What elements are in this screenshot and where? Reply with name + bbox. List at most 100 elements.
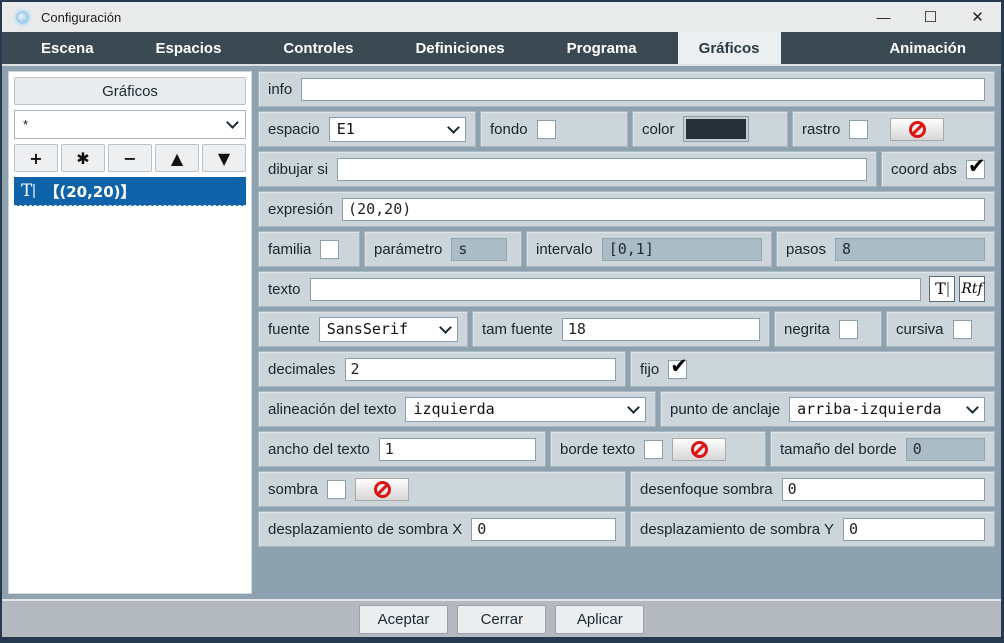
chevron-down-icon	[627, 400, 640, 414]
texto-label: texto	[268, 280, 301, 298]
borde-texto-color-button[interactable]	[672, 437, 727, 461]
sombra-color-button[interactable]	[355, 477, 410, 501]
parametro-field: s	[451, 237, 508, 261]
app-icon	[14, 8, 31, 26]
negrita-checkbox[interactable]	[838, 319, 858, 339]
no-sign-icon	[908, 120, 926, 138]
chevron-down-icon	[226, 116, 239, 129]
move-down-button[interactable]: ▼	[202, 144, 246, 172]
tamano-borde-field: 0	[905, 437, 985, 461]
title-bar: Configuración — ☐ ✕	[2, 2, 1001, 32]
tab-controles[interactable]: Controles	[262, 32, 374, 64]
tab-bar: Escena Espacios Controles Definiciones P…	[2, 32, 1001, 64]
texto-input[interactable]	[309, 277, 921, 301]
desenfoque-input[interactable]	[781, 477, 985, 501]
rastro-label: rastro	[802, 120, 841, 138]
list-item-selected[interactable]: T 【(20,20)】	[14, 177, 246, 206]
espacio-group: espacio E1	[258, 111, 476, 147]
tam-fuente-input[interactable]	[561, 317, 760, 341]
dibujar-si-input[interactable]	[337, 157, 867, 181]
fuente-value: SansSerif	[326, 320, 408, 338]
window-controls: — ☐ ✕	[860, 2, 1001, 32]
parametro-label: parámetro	[374, 240, 443, 258]
despl-y-label: desplazamiento de sombra Y	[640, 520, 835, 538]
move-up-button[interactable]: ▲	[155, 144, 199, 172]
apply-button[interactable]: Aplicar	[555, 604, 645, 634]
tab-escena[interactable]: Escena	[20, 32, 115, 64]
familia-checkbox[interactable]	[320, 239, 340, 259]
pasos-group: pasos 8	[776, 231, 995, 267]
despl-y-input[interactable]	[843, 517, 985, 541]
ancho-texto-input[interactable]	[378, 437, 536, 461]
rastro-checkbox[interactable]	[849, 119, 869, 139]
graphic-properties-form: info espacio E1 fondo color rastro dibuj…	[258, 71, 995, 594]
alineacion-select[interactable]: izquierda	[405, 396, 646, 422]
desenfoque-group: desenfoque sombra	[630, 471, 995, 507]
graphics-filter-value: *	[23, 117, 29, 132]
info-input[interactable]	[301, 77, 985, 101]
fijo-checkbox[interactable]	[668, 354, 688, 379]
expresion-input[interactable]	[342, 197, 985, 221]
pasos-label: pasos	[786, 240, 827, 258]
decimales-input[interactable]	[344, 357, 616, 381]
anclaje-label: punto de anclaje	[670, 400, 781, 418]
cancel-button[interactable]: Cerrar	[457, 604, 547, 634]
sombra-checkbox[interactable]	[327, 479, 347, 499]
pasos-field: 8	[835, 237, 985, 261]
despl-x-input[interactable]	[471, 517, 616, 541]
parametro-group: parámetro s	[364, 231, 522, 267]
close-window-button[interactable]: ✕	[954, 2, 1001, 32]
rtf-editor-button[interactable]: Rtf	[959, 276, 985, 302]
footer-bar: Aceptar Cerrar Aplicar	[2, 599, 1001, 637]
borde-texto-label: borde texto	[560, 440, 636, 458]
espacio-select[interactable]: E1	[328, 116, 466, 142]
minimize-button[interactable]: —	[860, 2, 907, 32]
coord-abs-checkbox[interactable]	[965, 154, 985, 179]
anclaje-select[interactable]: arriba-izquierda	[789, 396, 985, 422]
decimales-label: decimales	[268, 360, 336, 378]
graphics-toolbar: + ✱ − ▲ ▼	[14, 144, 246, 172]
cursiva-checkbox[interactable]	[952, 319, 972, 339]
fondo-group: fondo	[480, 111, 628, 147]
fuente-select[interactable]: SansSerif	[318, 316, 458, 342]
anclaje-value: arriba-izquierda	[797, 400, 942, 418]
tab-espacios[interactable]: Espacios	[135, 32, 243, 64]
tab-graficos[interactable]: Gráficos	[677, 32, 781, 64]
dibujar-si-label: dibujar si	[268, 160, 329, 178]
duplicate-graphic-button[interactable]: ✱	[61, 144, 105, 172]
fijo-label: fijo	[640, 360, 660, 378]
despl-x-label: desplazamiento de sombra X	[268, 520, 463, 538]
chevron-down-icon	[966, 400, 979, 414]
color-swatch[interactable]	[683, 117, 748, 141]
text-editor-button[interactable]: T	[929, 276, 955, 302]
borde-texto-checkbox[interactable]	[644, 439, 664, 459]
graphics-filter-select[interactable]: *	[14, 110, 246, 139]
tam-fuente-label: tam fuente	[482, 320, 553, 338]
fondo-checkbox[interactable]	[536, 119, 556, 139]
tab-definiciones[interactable]: Definiciones	[394, 32, 525, 64]
tamano-borde-group: tamaño del borde 0	[770, 431, 995, 467]
add-graphic-button[interactable]: +	[14, 144, 58, 172]
chevron-down-icon	[447, 120, 460, 134]
despl-y-group: desplazamiento de sombra Y	[630, 511, 995, 547]
fijo-group: fijo	[630, 351, 995, 387]
rastro-color-button[interactable]	[890, 117, 945, 141]
remove-graphic-button[interactable]: −	[108, 144, 152, 172]
accept-button[interactable]: Aceptar	[358, 604, 449, 634]
expresion-label: expresión	[268, 200, 334, 218]
intervalo-field: [0,1]	[601, 237, 762, 261]
tab-programa[interactable]: Programa	[546, 32, 658, 64]
ancho-texto-label: ancho del texto	[268, 440, 370, 458]
ancho-texto-group: ancho del texto	[258, 431, 546, 467]
maximize-button[interactable]: ☐	[907, 2, 954, 32]
graphics-panel: Gráficos * + ✱ − ▲ ▼ T 【(20,20)】	[8, 71, 252, 594]
intervalo-label: intervalo	[536, 240, 593, 258]
alineacion-value: izquierda	[413, 400, 495, 418]
alineacion-label: alineación del texto	[268, 400, 397, 418]
cursiva-group: cursiva	[886, 311, 995, 347]
list-item-label: 【(20,20)】	[44, 182, 136, 201]
color-label: color	[642, 120, 675, 138]
tab-animacion[interactable]: Animación	[868, 32, 987, 64]
info-label: info	[268, 80, 293, 98]
expresion-group: expresión	[258, 191, 995, 227]
